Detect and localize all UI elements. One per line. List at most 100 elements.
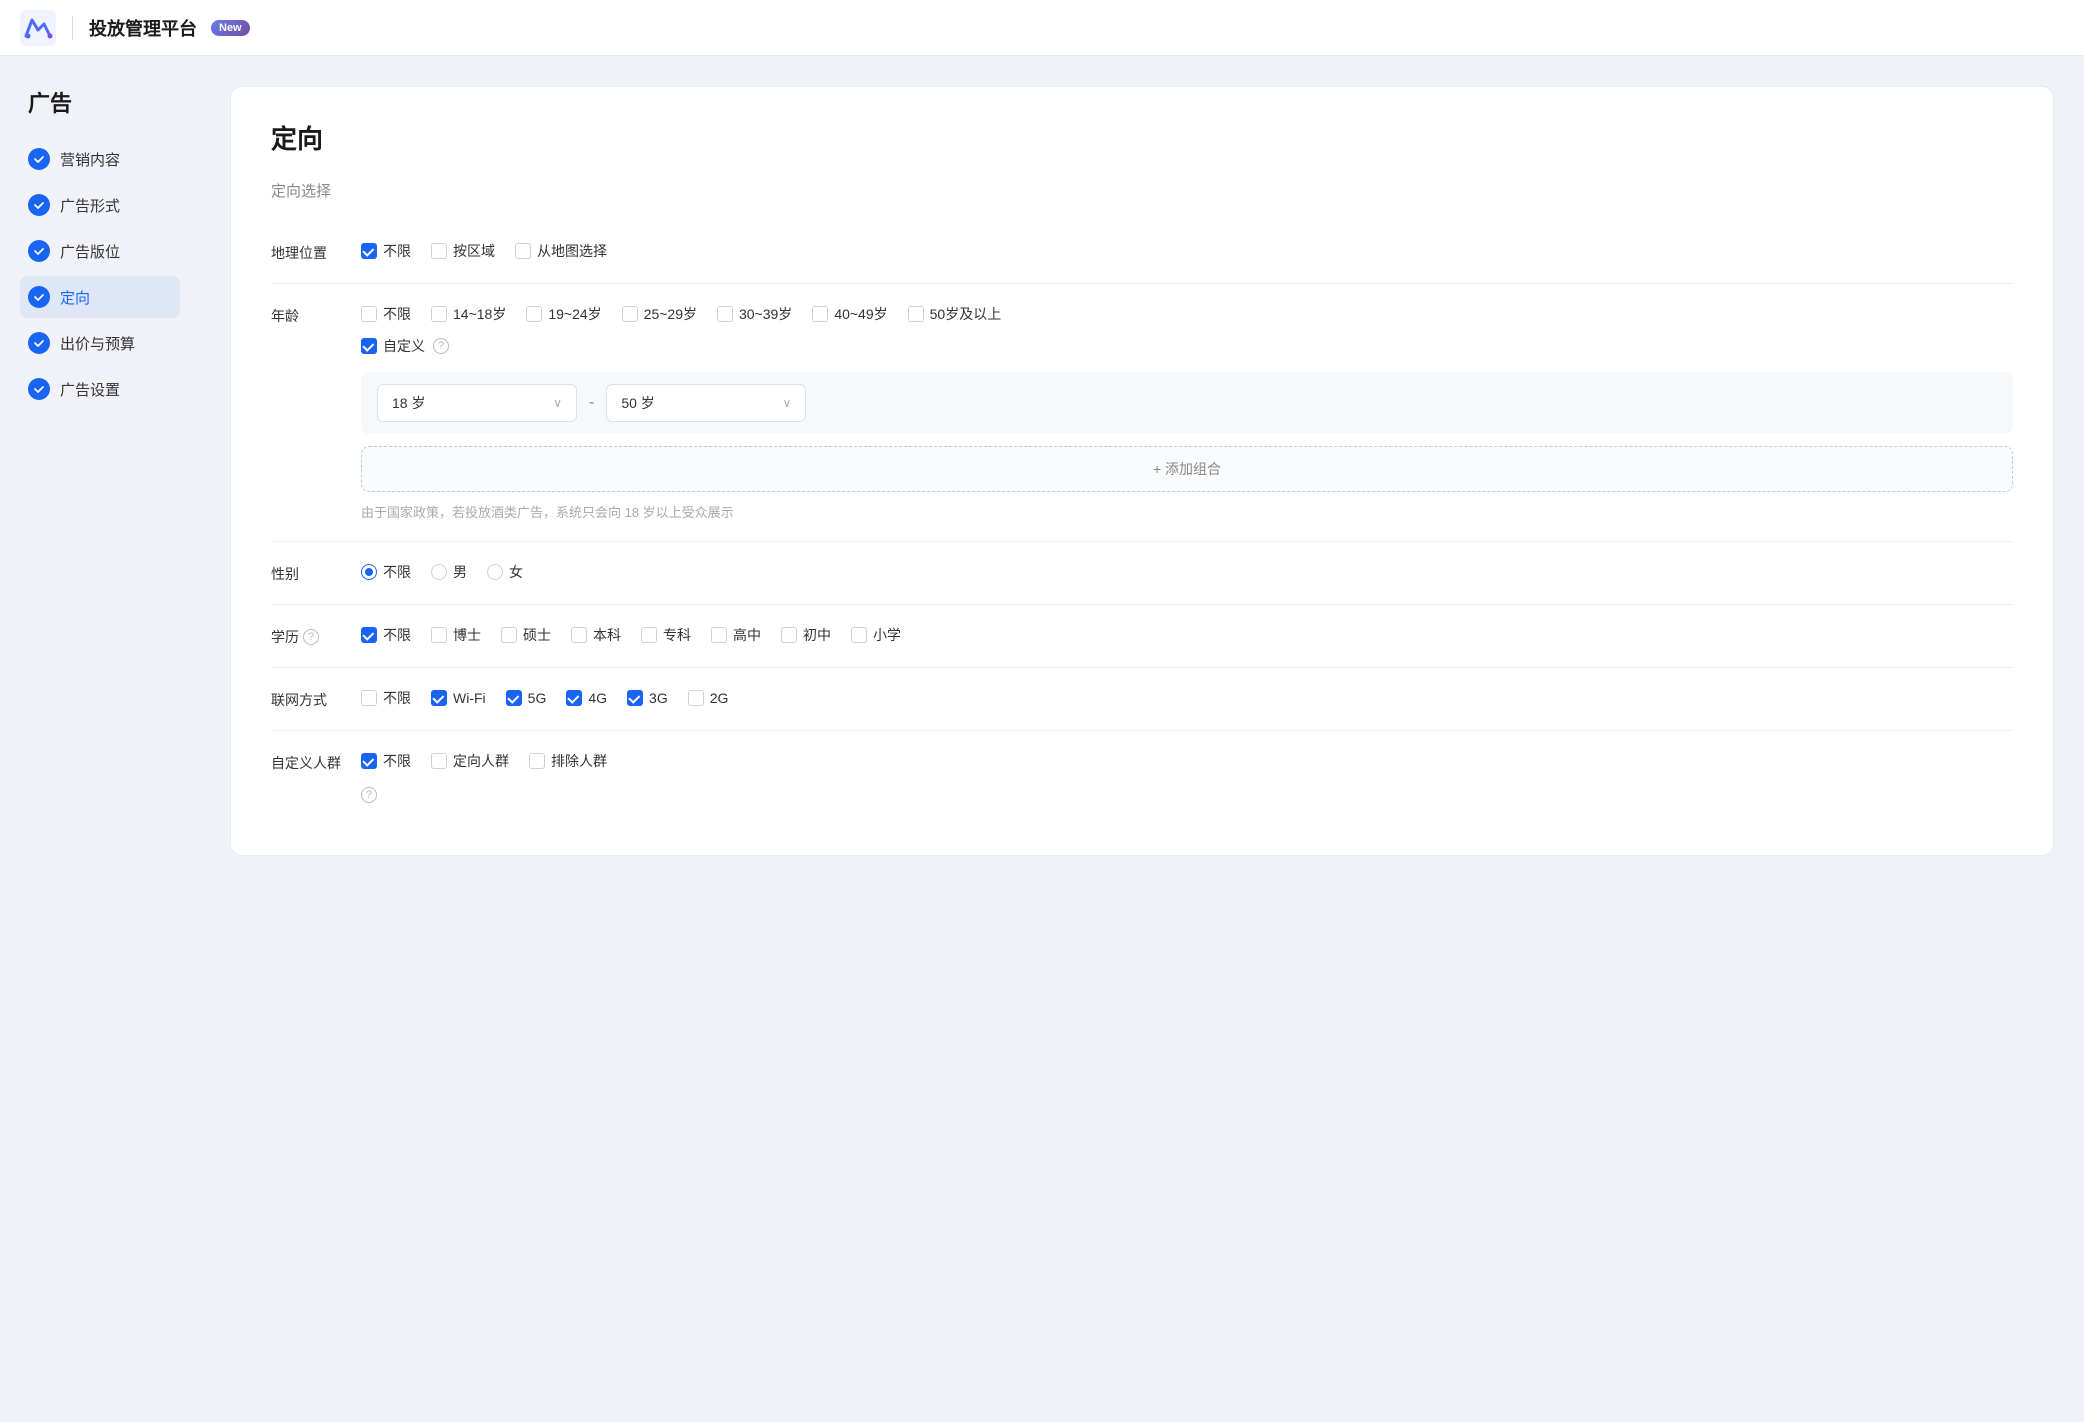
- sidebar-item-targeting[interactable]: 定向: [20, 276, 180, 318]
- gender-row: 性别 不限 男 女: [271, 542, 2013, 605]
- marketing-check-icon: [28, 148, 50, 170]
- edu-primary-label: 小学: [873, 625, 901, 645]
- edu-all-label: 不限: [383, 625, 411, 645]
- age-to-select[interactable]: 50 岁 ∨: [606, 384, 806, 422]
- network-row: 联网方式 不限 Wi-Fi 5G: [271, 668, 2013, 731]
- edu-master-box: [501, 627, 517, 643]
- network-options: 不限 Wi-Fi 5G 4G: [361, 688, 2013, 708]
- age-from-value: 18 岁: [392, 393, 545, 413]
- edu-all-checkbox[interactable]: 不限: [361, 625, 411, 645]
- edu-master-checkbox[interactable]: 硕士: [501, 625, 551, 645]
- aud-targeted-label: 定向人群: [453, 751, 509, 771]
- gender-all-radio-circle: [361, 564, 377, 580]
- age-custom-box: [361, 338, 377, 354]
- edu-bachelor-checkbox[interactable]: 本科: [571, 625, 621, 645]
- edu-college-checkbox[interactable]: 专科: [641, 625, 691, 645]
- gender-all-label: 不限: [383, 562, 411, 582]
- edu-phd-checkbox[interactable]: 博士: [431, 625, 481, 645]
- net-all-label: 不限: [383, 688, 411, 708]
- edu-bachelor-label: 本科: [593, 625, 621, 645]
- sidebar-item-ad-settings[interactable]: 广告设置: [20, 368, 180, 410]
- gender-female-radio[interactable]: 女: [487, 562, 523, 582]
- age-content: 不限 14~18岁 19~24岁 25~29岁: [361, 304, 2013, 521]
- edu-college-label: 专科: [663, 625, 691, 645]
- age-19-24-box: [526, 306, 542, 322]
- net-4g-checkbox[interactable]: 4G: [566, 690, 607, 706]
- sidebar-item-label-marketing: 营销内容: [60, 149, 120, 170]
- age-19-24-checkbox[interactable]: 19~24岁: [526, 304, 601, 324]
- aud-all-checkbox[interactable]: 不限: [361, 751, 411, 771]
- location-options: 不限 按区域 从地图选择: [361, 241, 2013, 261]
- net-all-checkbox[interactable]: 不限: [361, 688, 411, 708]
- age-25-29-checkbox[interactable]: 25~29岁: [622, 304, 697, 324]
- net-2g-checkbox[interactable]: 2G: [688, 690, 729, 706]
- aud-all-label: 不限: [383, 751, 411, 771]
- location-all-checkbox[interactable]: 不限: [361, 241, 411, 261]
- age-range-row: 18 岁 ∨ - 50 岁 ∨: [361, 372, 2013, 434]
- aud-excluded-checkbox[interactable]: 排除人群: [529, 751, 607, 771]
- header-divider: [72, 16, 73, 40]
- age-custom-label: 自定义: [383, 336, 425, 356]
- edu-primary-checkbox[interactable]: 小学: [851, 625, 901, 645]
- age-row: 年龄 不限 14~18岁 19~24岁: [271, 284, 2013, 542]
- age-30-39-checkbox[interactable]: 30~39岁: [717, 304, 792, 324]
- add-group-button[interactable]: + 添加组合: [361, 446, 2013, 492]
- net-5g-checkbox[interactable]: 5G: [506, 690, 547, 706]
- age-50plus-label: 50岁及以上: [930, 304, 1002, 324]
- age-custom-section: 18 岁 ∨ - 50 岁 ∨ + 添加组合 由于国家政策，若投放酒类广告，系统…: [361, 372, 2013, 521]
- sidebar-item-bidding[interactable]: 出价与预算: [20, 322, 180, 364]
- age-40-49-checkbox[interactable]: 40~49岁: [812, 304, 887, 324]
- new-badge: New: [211, 20, 250, 36]
- location-region-checkbox[interactable]: 按区域: [431, 241, 495, 261]
- age-range-separator: -: [589, 394, 594, 412]
- sidebar-item-label-targeting: 定向: [60, 287, 90, 308]
- edu-all-box: [361, 627, 377, 643]
- age-help-icon[interactable]: ?: [433, 338, 449, 354]
- net-wifi-label: Wi-Fi: [453, 690, 486, 706]
- location-all-label: 不限: [383, 241, 411, 261]
- age-14-18-label: 14~18岁: [453, 304, 506, 324]
- location-region-label: 按区域: [453, 241, 495, 261]
- age-from-select[interactable]: 18 岁 ∨: [377, 384, 577, 422]
- sidebar-item-label-bidding: 出价与预算: [60, 333, 135, 354]
- sidebar-item-marketing[interactable]: 营销内容: [20, 138, 180, 180]
- sidebar: 广告 营销内容 广告形式 广告版位 定向: [0, 56, 200, 1366]
- custom-audience-row: 自定义人群 不限 定向人群 排除人群 ?: [271, 731, 2013, 823]
- net-3g-checkbox[interactable]: 3G: [627, 690, 668, 706]
- edu-master-label: 硕士: [523, 625, 551, 645]
- adformat-check-icon: [28, 194, 50, 216]
- location-region-checkbox-box: [431, 243, 447, 259]
- education-options: 不限 博士 硕士 本科: [361, 625, 2013, 645]
- aud-targeted-checkbox[interactable]: 定向人群: [431, 751, 509, 771]
- gender-male-radio[interactable]: 男: [431, 562, 467, 582]
- net-all-box: [361, 690, 377, 706]
- gender-label: 性别: [271, 562, 361, 584]
- audience-help-icon[interactable]: ?: [361, 787, 377, 803]
- net-wifi-checkbox[interactable]: Wi-Fi: [431, 690, 486, 706]
- form-title: 定向: [271, 119, 2013, 156]
- age-30-39-label: 30~39岁: [739, 304, 792, 324]
- age-30-39-box: [717, 306, 733, 322]
- age-25-29-box: [622, 306, 638, 322]
- age-50plus-checkbox[interactable]: 50岁及以上: [908, 304, 1002, 324]
- gender-options: 不限 男 女: [361, 562, 2013, 582]
- sidebar-item-label-adsettings: 广告设置: [60, 379, 120, 400]
- edu-bachelor-box: [571, 627, 587, 643]
- edu-phd-box: [431, 627, 447, 643]
- edu-college-box: [641, 627, 657, 643]
- age-14-18-checkbox[interactable]: 14~18岁: [431, 304, 506, 324]
- sidebar-item-label-adplacement: 广告版位: [60, 241, 120, 262]
- location-map-checkbox[interactable]: 从地图选择: [515, 241, 607, 261]
- net-3g-box: [627, 690, 643, 706]
- location-label: 地理位置: [271, 241, 361, 263]
- edu-middle-label: 初中: [803, 625, 831, 645]
- sidebar-item-ad-format[interactable]: 广告形式: [20, 184, 180, 226]
- age-40-49-label: 40~49岁: [834, 304, 887, 324]
- age-custom-checkbox[interactable]: 自定义: [361, 336, 425, 356]
- edu-highschool-checkbox[interactable]: 高中: [711, 625, 761, 645]
- edu-middle-checkbox[interactable]: 初中: [781, 625, 831, 645]
- education-help-icon[interactable]: ?: [303, 629, 319, 645]
- sidebar-item-ad-placement[interactable]: 广告版位: [20, 230, 180, 272]
- age-all-checkbox[interactable]: 不限: [361, 304, 411, 324]
- gender-all-radio[interactable]: 不限: [361, 562, 411, 582]
